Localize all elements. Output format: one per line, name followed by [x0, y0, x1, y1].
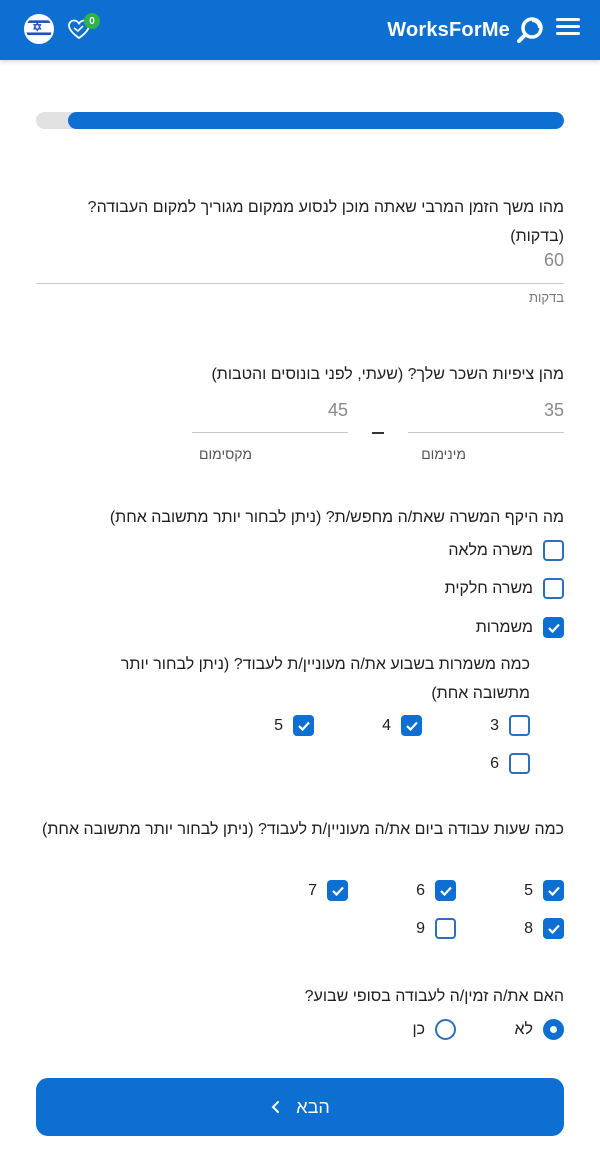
scope-option-full-time[interactable]: משרה מלאה: [448, 540, 564, 561]
hours-option-7[interactable]: 7: [308, 880, 348, 901]
search-logo-icon: [517, 17, 543, 43]
next-button[interactable]: הבא: [36, 1078, 564, 1136]
brand-name: WorksForMe: [387, 18, 510, 41]
radio-dot: [550, 1026, 557, 1033]
option-label: 5: [274, 716, 283, 734]
shifts-option-6[interactable]: 6: [490, 753, 530, 774]
hours-option-5[interactable]: 5: [524, 880, 564, 901]
checkbox[interactable]: [543, 617, 564, 638]
shifts-option-5[interactable]: 5: [274, 715, 314, 736]
scope-question: מה היקף המשרה שאת/ה מחפש/ת? (ניתן לבחור …: [109, 509, 564, 526]
option-label: משרה מלאה: [448, 541, 533, 559]
checkbox[interactable]: [543, 578, 564, 599]
check-icon: [547, 924, 560, 934]
checkbox[interactable]: [543, 918, 564, 939]
chevron-left-icon: [271, 1101, 280, 1113]
scope-option-shifts[interactable]: משמרות: [476, 617, 564, 638]
checkbox[interactable]: [543, 540, 564, 561]
next-button-label: הבא: [296, 1096, 330, 1117]
progress-bar-fill: [67, 112, 564, 129]
check-icon: [439, 886, 452, 896]
option-label: 6: [416, 881, 425, 899]
progress-bar: [36, 112, 564, 129]
checkbox[interactable]: [509, 715, 530, 736]
top-app-bar: WorksForMe 0: [0, 0, 600, 60]
check-icon: [547, 623, 560, 633]
checkbox[interactable]: [509, 753, 530, 774]
option-label: משרה חלקית: [444, 579, 533, 597]
radio-button[interactable]: [435, 1019, 456, 1040]
weekend-option-yes[interactable]: כן: [412, 1019, 456, 1040]
hours-option-8[interactable]: 8: [524, 918, 564, 939]
checkbox[interactable]: [435, 918, 456, 939]
commute-input-underline: [36, 283, 564, 284]
check-icon: [297, 721, 310, 731]
checkbox[interactable]: [293, 715, 314, 736]
hamburger-menu-icon[interactable]: [556, 18, 580, 42]
salary-min-input[interactable]: 35: [544, 400, 564, 421]
option-label: 6: [490, 754, 499, 772]
radio-button[interactable]: [543, 1019, 564, 1040]
option-label: 7: [308, 881, 317, 899]
checkbox[interactable]: [543, 880, 564, 901]
shifts-question: כמה משמרות בשבוע את/ה מעוניין/ת לעבוד? (…: [120, 656, 530, 702]
brand-logo[interactable]: WorksForMe: [387, 14, 544, 46]
commute-unit-label: בדקות: [528, 290, 564, 305]
favorites-count-badge: 0: [84, 13, 100, 29]
commute-question: מהו משך הזמן המרבי שאתה מוכן לנסוע ממקום…: [87, 199, 564, 245]
scope-option-part-time[interactable]: משרה חלקית: [445, 578, 564, 599]
checkbox[interactable]: [401, 715, 422, 736]
weekend-question: האם את/ה זמין/ה לעבודה בסופי שבוע?: [304, 988, 564, 1005]
commute-input-value[interactable]: 60: [544, 250, 564, 271]
salary-range-dash: [372, 432, 384, 434]
hours-option-6[interactable]: 6: [416, 880, 456, 901]
option-label: לא: [514, 1020, 533, 1038]
salary-min-label: מינימום: [421, 446, 466, 462]
weekend-option-no[interactable]: לא: [514, 1019, 564, 1040]
hours-question: כמה שעות עבודה ביום את/ה מעוניין/ת לעבוד…: [42, 821, 564, 838]
shifts-option-3[interactable]: 3: [490, 715, 530, 736]
check-icon: [331, 886, 344, 896]
option-label: משמרות: [475, 618, 533, 636]
check-icon: [547, 886, 560, 896]
check-icon: [405, 721, 418, 731]
option-label: 8: [524, 919, 533, 937]
salary-max-input[interactable]: 45: [328, 400, 348, 421]
shifts-option-4[interactable]: 4: [382, 715, 422, 736]
option-label: 5: [524, 881, 533, 899]
option-label: 9: [416, 919, 425, 937]
salary-question: מהן ציפיות השכר שלך? (שעתי, לפני בונוסים…: [211, 366, 564, 383]
option-label: 3: [490, 716, 499, 734]
salary-max-underline: [192, 432, 348, 433]
salary-min-underline: [408, 432, 564, 433]
checkbox[interactable]: [327, 880, 348, 901]
option-label: כן: [412, 1020, 425, 1038]
israel-flag-icon[interactable]: [24, 14, 54, 44]
salary-max-label: מקסימום: [198, 446, 252, 462]
option-label: 4: [382, 716, 391, 734]
hours-option-9[interactable]: 9: [416, 918, 456, 939]
checkbox[interactable]: [435, 880, 456, 901]
